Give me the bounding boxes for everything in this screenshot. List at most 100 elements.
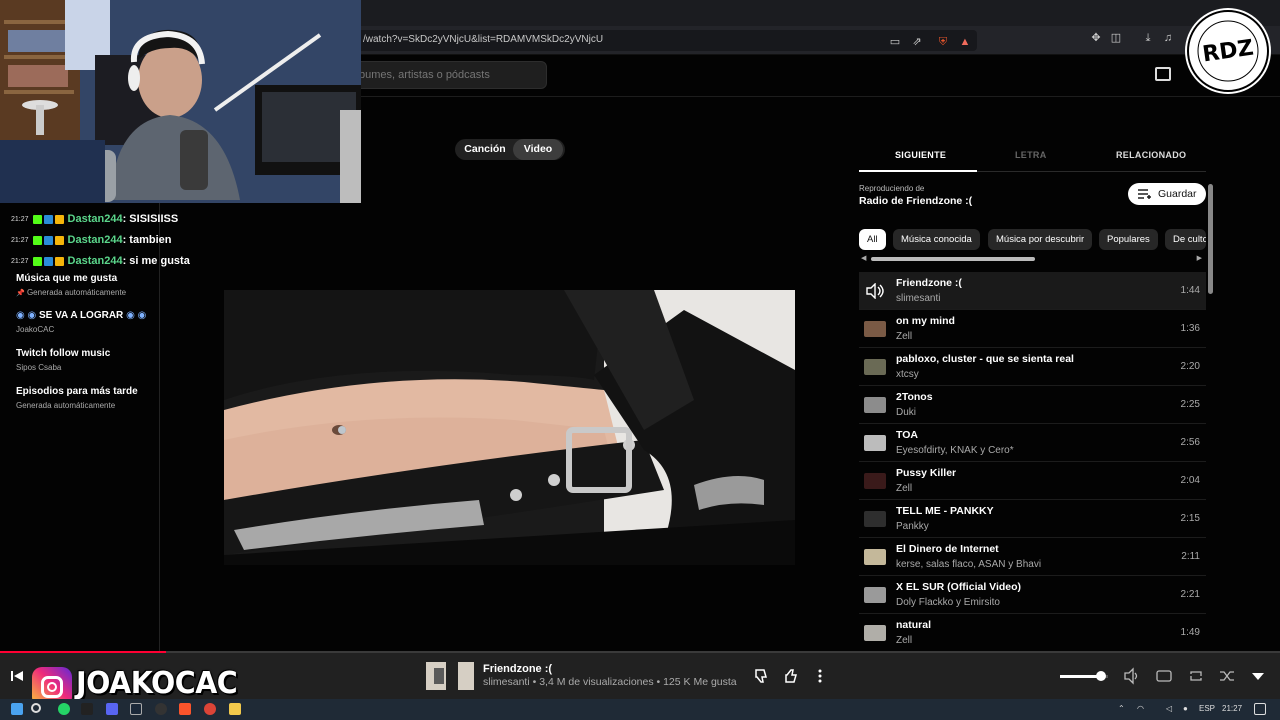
steam-icon[interactable] xyxy=(130,703,142,715)
chrome-icon[interactable] xyxy=(204,703,216,715)
queue-item[interactable]: natural Zell 1:49 xyxy=(859,614,1206,652)
brave-icon[interactable] xyxy=(179,703,191,715)
tab-siguiente[interactable]: SIGUIENTE xyxy=(895,150,946,160)
blue-circle-emoji-icon: ◉ ◉ xyxy=(126,310,147,321)
chip-de-culto[interactable]: De culto xyxy=(1165,229,1206,250)
verified-badge-icon xyxy=(43,256,53,266)
tray-chevron-icon[interactable]: ⌃ xyxy=(1118,704,1125,713)
queue-thumbnail xyxy=(864,511,886,527)
queue-scrollbar[interactable] xyxy=(1208,182,1214,652)
like-icon[interactable] xyxy=(782,667,800,685)
sidebar-playlist-twitch[interactable]: Twitch follow music Sipos Csaba xyxy=(16,348,156,372)
language-indicator[interactable]: ESP xyxy=(1199,704,1215,713)
tab-relacionado[interactable]: RELACIONADO xyxy=(1116,150,1186,160)
notifications-icon[interactable] xyxy=(1254,703,1266,715)
sidebar-playlist-se-va-a-lograr[interactable]: ◉ ◉ SE VA A LOGRAR ◉ ◉ JoakoCAC xyxy=(16,310,156,334)
video-player[interactable] xyxy=(224,290,795,565)
now-playing-thumbnail xyxy=(426,662,474,690)
search-box[interactable] xyxy=(350,61,547,89)
sidebar-playlist-liked[interactable]: Música que me gusta 📌 Generada automátic… xyxy=(16,273,156,297)
volume-knob[interactable] xyxy=(1095,671,1106,681)
chat-time: 21:27 xyxy=(11,236,29,244)
repeat-icon[interactable] xyxy=(1187,667,1205,685)
search-input[interactable] xyxy=(359,69,544,81)
brave-rewards-icon[interactable]: ▲ xyxy=(957,34,973,50)
queue-item[interactable]: TOA Eyesofdirty, KNAK y Cero* 2:56 xyxy=(859,424,1206,462)
queue-item[interactable]: El Dinero de Internet kerse, salas flaco,… xyxy=(859,538,1206,576)
volume-fill xyxy=(1060,675,1101,678)
more-options-icon[interactable] xyxy=(811,667,829,685)
webcam-image xyxy=(0,0,361,203)
queue-item[interactable]: Pussy Killer Zell 2:04 xyxy=(859,462,1206,500)
instagram-camera-icon xyxy=(41,676,63,698)
queue-thumbnail xyxy=(864,397,886,413)
wifi-icon[interactable]: ◠ xyxy=(1137,704,1144,713)
obs-icon[interactable] xyxy=(155,703,167,715)
captions-icon[interactable] xyxy=(1155,667,1173,685)
queue-item-artist: xtcsy xyxy=(896,369,919,380)
thumbnail-image xyxy=(426,662,474,690)
windows-start-icon[interactable] xyxy=(11,703,23,715)
share-icon[interactable]: ⇗ xyxy=(909,34,925,50)
whatsapp-icon[interactable] xyxy=(58,703,70,715)
now-playing-title[interactable]: Friendzone :( xyxy=(483,663,552,675)
file-explorer-icon[interactable] xyxy=(229,703,241,715)
chips-scrollbar[interactable]: ◀ ▶ xyxy=(859,254,1206,264)
download-icon[interactable]: ⤓ xyxy=(1140,30,1156,46)
chip-all[interactable]: All xyxy=(859,229,886,250)
queue-item[interactable]: TELL ME - PANKKY Pankky 2:15 xyxy=(859,500,1206,538)
webcam-feed xyxy=(0,0,361,203)
queue-item[interactable]: pabloxo, cluster - que se sienta real xtc… xyxy=(859,348,1206,386)
queue-scrollbar-thumb[interactable] xyxy=(1208,184,1213,294)
cast-icon[interactable] xyxy=(1155,67,1171,81)
tiktok-icon[interactable] xyxy=(81,703,93,715)
toggle-video-button[interactable]: Video xyxy=(513,139,563,160)
save-button[interactable]: Guardar xyxy=(1128,183,1206,205)
queue-item-duration: 2:15 xyxy=(1180,513,1200,524)
chip-populares[interactable]: Populares xyxy=(1099,229,1158,250)
radio-name: Radio de Friendzone :( xyxy=(859,195,973,207)
search-icon[interactable] xyxy=(31,703,41,713)
queue-item[interactable]: Friendzone :(slimesanti 1:44 xyxy=(859,272,1206,310)
playlist-subtitle: JoakoCAC xyxy=(16,325,55,334)
microphone-icon[interactable]: ● xyxy=(1183,704,1188,713)
previous-track-icon[interactable] xyxy=(10,669,24,683)
shuffle-icon[interactable] xyxy=(1218,667,1236,685)
chip-musica-por-descubrir[interactable]: Música por descubrir xyxy=(988,229,1093,250)
chat-message: 21:27 Dastan244 : si me gusta xyxy=(11,254,190,268)
active-tab-indicator xyxy=(859,170,977,172)
toggle-song-button[interactable]: Canción xyxy=(457,139,513,160)
sidebar-playlist-episodes[interactable]: Episodios para más tarde Generada automá… xyxy=(16,386,156,410)
extensions-icon[interactable]: ✥ xyxy=(1088,30,1104,46)
volume-slider[interactable] xyxy=(1060,671,1108,681)
queue-item-title: on my mind xyxy=(896,315,955,327)
scroll-right-icon[interactable]: ▶ xyxy=(1197,254,1202,262)
chips-scrollbar-thumb[interactable] xyxy=(871,257,1035,261)
music-note-icon[interactable]: ♫ xyxy=(1160,30,1176,46)
tray-volume-icon[interactable]: ◁ xyxy=(1166,704,1172,713)
pin-icon: 📌 xyxy=(16,290,25,297)
brave-shield-icon[interactable]: ⛨ xyxy=(935,34,951,50)
chat-text: : si me gusta xyxy=(122,255,190,267)
chip-musica-conocida[interactable]: Música conocida xyxy=(893,229,980,250)
crown-badge-icon xyxy=(54,256,64,266)
channel-seal-logo: RDZ xyxy=(1185,8,1271,94)
queue-item-artist: slimesanti xyxy=(896,293,941,304)
queue-item-title: X EL SUR (Official Video) xyxy=(896,581,1022,593)
address-bar[interactable]: /watch?v=SkDc2yVNjcU&list=RDAMVMSkDc2yVN… xyxy=(355,30,977,51)
expand-player-icon[interactable] xyxy=(1249,667,1267,685)
scroll-left-icon[interactable]: ◀ xyxy=(861,254,866,262)
chat-username: Dastan244 xyxy=(67,213,123,225)
queue-item[interactable]: 2Tonos Duki 2:25 xyxy=(859,386,1206,424)
dislike-icon[interactable] xyxy=(752,667,770,685)
sidebar-icon[interactable]: ◫ xyxy=(1108,30,1124,46)
volume-icon[interactable] xyxy=(1123,667,1141,685)
install-app-icon[interactable]: ▭ xyxy=(887,34,903,50)
tab-letra[interactable]: LETRA xyxy=(1015,150,1047,160)
queue-item-duration: 2:04 xyxy=(1180,475,1200,486)
queue-item[interactable]: X EL SUR (Official Video) Doly Flackko y … xyxy=(859,576,1206,614)
discord-icon[interactable] xyxy=(106,703,118,715)
clock[interactable]: 21:27 xyxy=(1222,704,1242,713)
kick-badge-icon xyxy=(32,256,42,266)
queue-item[interactable]: on my mind Zell 1:36 xyxy=(859,310,1206,348)
